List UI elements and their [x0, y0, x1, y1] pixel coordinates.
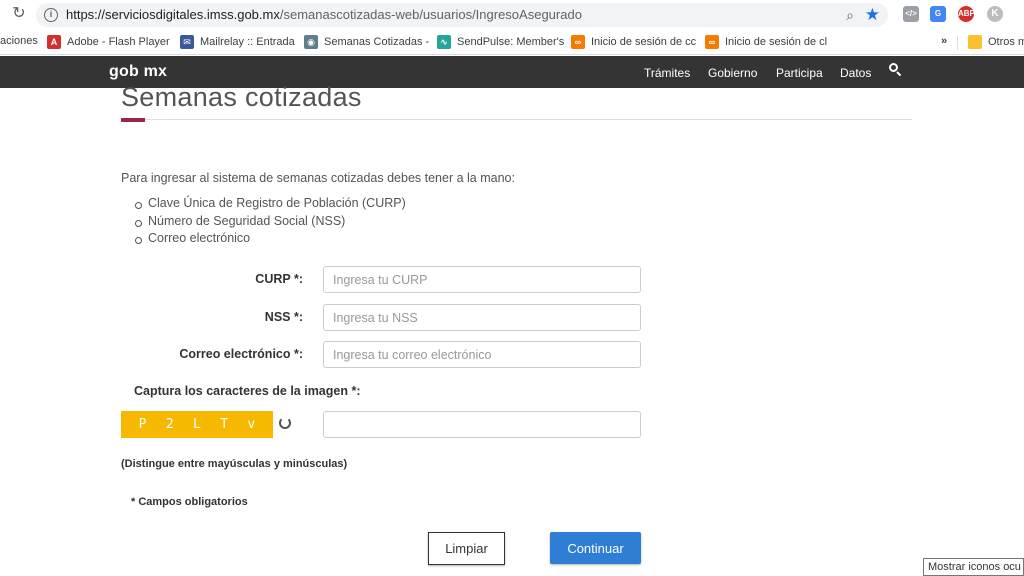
- url-domain: https://serviciosdigitales.imss.gob.mx: [66, 7, 280, 22]
- bookmark-label: Semanas Cotizadas -: [324, 36, 430, 48]
- login-site-icon: ∞: [571, 35, 585, 49]
- bookmark-label: Inicio de sesión de cc: [591, 36, 697, 48]
- captcha-image: P 2 L T v: [121, 411, 273, 438]
- bookmark-item[interactable]: A Adobe - Flash Player: [47, 35, 170, 49]
- nav-gobierno[interactable]: Gobierno: [708, 66, 757, 80]
- bookmarks-bar: aciones A Adobe - Flash Player ✉ Mailrel…: [0, 30, 1024, 55]
- bookmark-item[interactable]: ∞ Inicio de sesión de cc: [571, 35, 696, 49]
- captcha-char: v: [247, 417, 256, 432]
- nss-input[interactable]: [323, 304, 641, 331]
- browser-address-row: ↻ i https://serviciosdigitales.imss.gob.…: [0, 0, 1024, 30]
- captcha-char: 2: [165, 417, 174, 432]
- nav-datos[interactable]: Datos: [840, 66, 871, 80]
- captcha-char: P: [138, 417, 147, 432]
- title-divider: [121, 119, 912, 120]
- translate-extension-icon[interactable]: G: [930, 6, 946, 22]
- nav-tramites[interactable]: Trámites: [644, 66, 690, 80]
- bookmark-item[interactable]: ◉ Semanas Cotizadas -: [304, 35, 429, 49]
- intro-text: Para ingresar al sistema de semanas coti…: [121, 171, 515, 185]
- pulse-icon: ∿: [437, 35, 451, 49]
- curp-input[interactable]: [323, 266, 641, 293]
- refresh-captcha-icon[interactable]: [279, 417, 291, 429]
- adobe-icon: A: [47, 35, 61, 49]
- captcha-char: L: [193, 417, 201, 432]
- nss-label: NSS *:: [264, 310, 303, 324]
- url-path: /semanascotizadas-web/usuarios/IngresoAs…: [279, 7, 582, 22]
- bookmark-star-icon[interactable]: ★: [865, 5, 880, 25]
- bookmarks-overflow-button[interactable]: »: [941, 35, 947, 47]
- bookmark-label: Adobe - Flash Player: [67, 36, 170, 48]
- list-item: Número de Seguridad Social (NSS): [133, 214, 406, 232]
- bookmark-label: aciones: [0, 35, 38, 47]
- captcha-char: T: [220, 417, 229, 432]
- bookmark-label: Otros m: [988, 36, 1024, 48]
- address-bar[interactable]: i https://serviciosdigitales.imss.gob.mx…: [36, 3, 888, 27]
- other-bookmarks-folder[interactable]: Otros m: [968, 35, 1024, 49]
- case-sensitivity-note: (Distingue entre mayúsculas y minúsculas…: [121, 458, 348, 470]
- code-extension-icon[interactable]: </>: [903, 6, 919, 22]
- gob-mx-logo[interactable]: gob mx: [109, 63, 167, 81]
- captcha-input[interactable]: [323, 411, 641, 438]
- bookmarks-divider: [957, 36, 958, 50]
- zoom-icon[interactable]: ⌕: [846, 7, 854, 24]
- required-fields-note: * Campos obligatorios: [131, 496, 248, 508]
- list-item: Clave Única de Registro de Población (CU…: [133, 196, 406, 214]
- site-info-icon[interactable]: i: [44, 8, 58, 22]
- mail-icon: ✉: [180, 35, 194, 49]
- clear-button[interactable]: Limpiar: [428, 532, 505, 565]
- bookmark-item[interactable]: ∞ Inicio de sesión de cl: [705, 35, 827, 49]
- search-icon[interactable]: [889, 63, 902, 77]
- imss-icon: ◉: [304, 35, 318, 49]
- login-site-icon: ∞: [705, 35, 719, 49]
- bookmark-item[interactable]: ∿ SendPulse: Member's: [437, 35, 564, 49]
- curp-label: CURP *:: [255, 272, 303, 286]
- profile-avatar-icon[interactable]: K: [987, 6, 1003, 22]
- email-input[interactable]: [323, 341, 641, 368]
- tooltip: Mostrar iconos ocu: [923, 558, 1024, 576]
- bookmark-label: Inicio de sesión de cl: [725, 36, 828, 48]
- folder-icon: [968, 35, 982, 49]
- bookmark-label: Mailrelay :: Entrada: [200, 36, 295, 48]
- title-accent-bar: [121, 118, 145, 122]
- page-title: Semanas cotizadas: [121, 82, 362, 112]
- bookmark-item[interactable]: aciones: [0, 35, 38, 47]
- url-text[interactable]: https://serviciosdigitales.imss.gob.mx/s…: [66, 7, 582, 22]
- reload-icon[interactable]: ↻: [10, 5, 28, 23]
- captcha-label: Captura los caracteres de la imagen *:: [134, 384, 361, 398]
- adblock-extension-icon[interactable]: ABP: [958, 6, 975, 22]
- bookmark-item[interactable]: ✉ Mailrelay :: Entrada: [180, 35, 295, 49]
- email-label: Correo electrónico *:: [179, 347, 303, 361]
- list-item: Correo electrónico: [133, 231, 406, 249]
- nav-participa[interactable]: Participa: [776, 66, 823, 80]
- requirements-list: Clave Única de Registro de Población (CU…: [133, 196, 406, 249]
- continue-button[interactable]: Continuar: [550, 532, 641, 564]
- bookmark-label: SendPulse: Member's: [457, 36, 565, 48]
